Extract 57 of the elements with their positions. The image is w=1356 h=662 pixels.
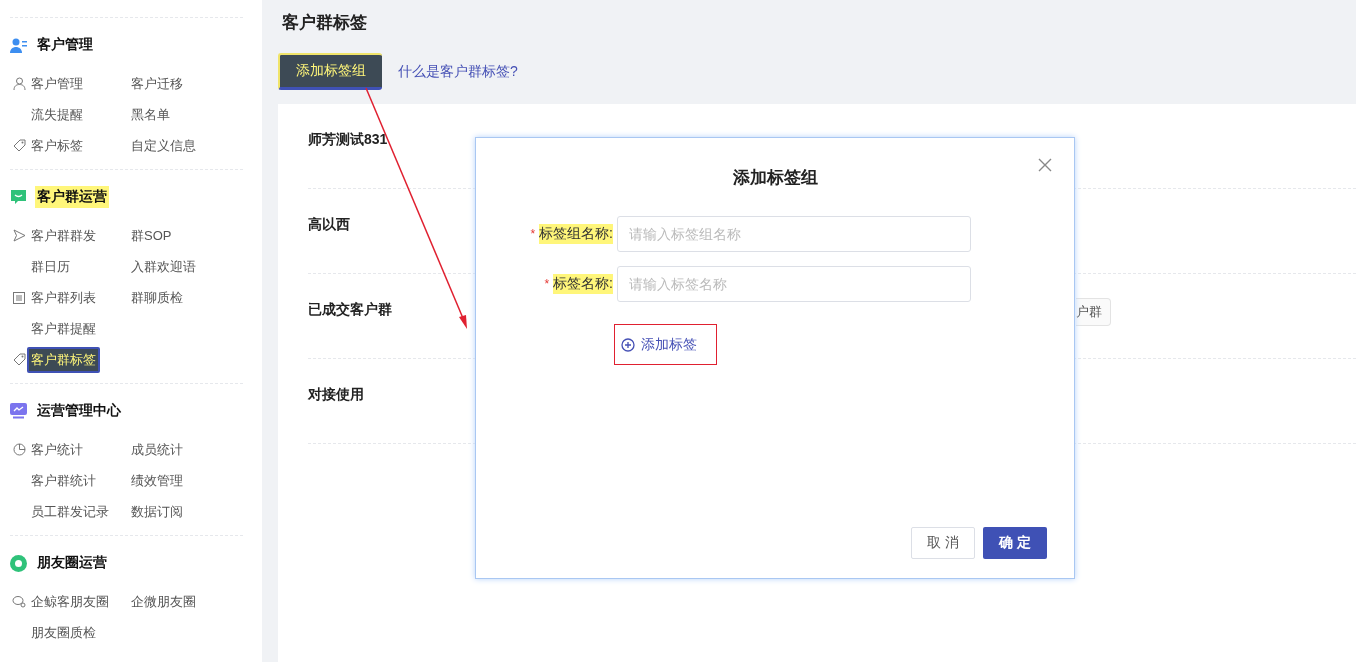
monitor-chart-icon: [10, 403, 27, 419]
input-field[interactable]: 请输入标签组名称: [617, 216, 971, 252]
field-label: 标签组名称:: [539, 224, 613, 244]
sidebar-item[interactable]: 客户管理: [27, 70, 87, 97]
confirm-button[interactable]: 确 定: [983, 527, 1047, 559]
chat-icon: [10, 189, 27, 205]
sidebar-item[interactable]: 入群欢迎语: [127, 253, 200, 280]
sidebar-item[interactable]: 客户迁移: [127, 70, 187, 97]
sidebar-item[interactable]: 客户群标签: [27, 346, 100, 373]
section-title: 客户管理: [36, 35, 94, 54]
field-label: 标签名称:: [553, 274, 613, 294]
group-name: 已成交客户群: [308, 301, 393, 319]
required-mark: *: [544, 277, 550, 291]
sidebar-item[interactable]: 群日历: [27, 253, 74, 280]
add-tag-button[interactable]: 添加标签: [614, 324, 717, 365]
group-name: 高以西: [308, 216, 351, 234]
sidebar-item[interactable]: 数据订阅: [127, 498, 187, 525]
sidebar-item[interactable]: 群聊质检: [127, 284, 187, 311]
sidebar-item[interactable]: 企微朋友圈: [127, 588, 200, 615]
sidebar-item[interactable]: 成员统计: [127, 436, 187, 463]
sidebar-item[interactable]: 客户群提醒: [27, 315, 100, 342]
dialog-title: 添加标签组: [732, 167, 818, 189]
group-name: 对接使用: [308, 386, 365, 404]
sidebar-item[interactable]: 朋友圈质检: [27, 619, 100, 646]
sidebar-item[interactable]: 流失提醒: [27, 101, 87, 128]
close-button[interactable]: [1038, 158, 1054, 174]
chat-bubbles-icon: [12, 595, 26, 608]
page-title: 客户群标签: [281, 12, 368, 34]
sidebar-item[interactable]: 员工群发记录: [27, 498, 113, 525]
sidebar-item[interactable]: 绩效管理: [127, 467, 187, 494]
tag-chip[interactable]: 户群: [1076, 298, 1111, 326]
tag-icon: [12, 353, 26, 366]
input-field[interactable]: 请输入标签名称: [617, 266, 971, 302]
sidebar-item[interactable]: 客户群列表: [27, 284, 100, 311]
sidebar-item[interactable]: 企鲸客朋友圈: [27, 588, 113, 615]
cancel-button[interactable]: 取 消: [911, 527, 975, 559]
required-mark: *: [530, 227, 536, 241]
section-title: 运营管理中心: [36, 401, 122, 420]
sidebar-item[interactable]: 客户标签: [27, 132, 87, 159]
send-icon: [12, 229, 26, 242]
sidebar-item[interactable]: 客户群统计: [27, 467, 100, 494]
sidebar-item[interactable]: 客户统计: [27, 436, 87, 463]
sidebar-item[interactable]: 黑名单: [127, 101, 174, 128]
pie-chart-icon: [12, 443, 26, 456]
person-icon: [12, 77, 26, 90]
add-group-button[interactable]: 添加标签组: [278, 53, 382, 90]
section-title: 朋友圈运营: [36, 553, 108, 572]
help-link[interactable]: 什么是客户群标签?: [398, 62, 518, 81]
list-icon: [13, 291, 25, 304]
section-title: 客户群运营: [35, 186, 109, 208]
group-name: 师芳测试831: [308, 131, 389, 149]
user-group-icon: [10, 37, 27, 53]
tag-icon: [12, 139, 26, 152]
plus-circle-icon: [621, 337, 635, 352]
sidebar-item[interactable]: 客户群群发: [27, 222, 100, 249]
sidebar-item[interactable]: 群SOP: [127, 222, 176, 249]
sidebar-item[interactable]: 自定义信息: [127, 132, 200, 159]
